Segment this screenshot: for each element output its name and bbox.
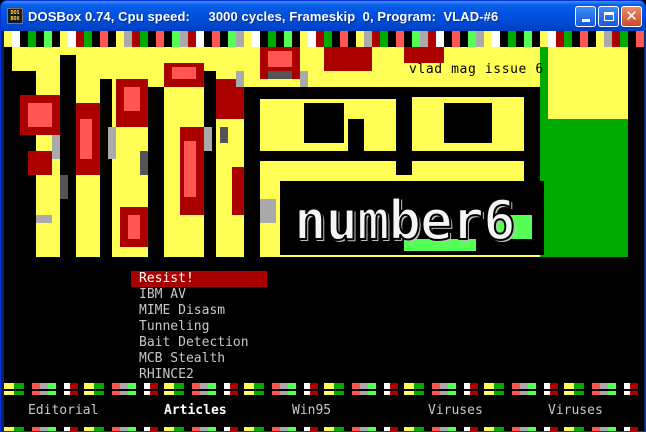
menu-item-tunneling[interactable]: Tunneling — [131, 319, 267, 335]
nav-win95[interactable]: Win95 — [292, 403, 331, 418]
number-digit: 6 — [482, 189, 516, 252]
dosbox-window: DOS BOX DOSBox 0.74, Cpu speed: 3000 cyc… — [0, 0, 646, 432]
menu-item-ibm-av[interactable]: IBM AV — [131, 287, 267, 303]
close-button[interactable]: ✕ — [621, 6, 642, 27]
menu-item-mcb-stealth[interactable]: MCB Stealth — [131, 351, 267, 367]
window-title: DOSBox 0.74, Cpu speed: 3000 cycles, Fra… — [28, 8, 499, 24]
maximize-icon — [603, 12, 614, 21]
minimize-button[interactable] — [575, 6, 596, 27]
dos-screen[interactable]: vlad mag issue 6 number6 Resist! IBM AV … — [4, 31, 644, 431]
close-icon: ✕ — [625, 7, 638, 25]
app-icon-label-bottom: BOX — [10, 16, 20, 22]
menu-item-rhince2[interactable]: RHINCE2 — [131, 367, 267, 383]
number-six-logo: number6 — [293, 189, 517, 252]
nav-viruses-1[interactable]: Viruses — [428, 403, 483, 418]
nav-bottom-border — [4, 427, 644, 431]
number-word: number — [293, 189, 485, 252]
nav-editorial[interactable]: Editorial — [28, 403, 98, 418]
menu-item-bait-detection[interactable]: Bait Detection — [131, 335, 267, 351]
article-menu: Resist! IBM AV MIME Disasm Tunneling Bai… — [131, 271, 267, 383]
menu-item-resist[interactable]: Resist! — [131, 271, 267, 287]
nav-articles[interactable]: Articles — [164, 403, 227, 418]
pixel-divider-strip — [4, 383, 644, 389]
dosbox-app-icon[interactable]: DOS BOX — [7, 8, 23, 24]
minimize-icon — [581, 19, 590, 22]
menu-item-mime-disasm[interactable]: MIME Disasm — [131, 303, 267, 319]
nav-viruses-2[interactable]: Viruses — [548, 403, 603, 418]
nav-inner: Editorial Articles Win95 Viruses Viruses — [12, 395, 636, 427]
bottom-nav: Editorial Articles Win95 Viruses Viruses — [4, 391, 644, 431]
issue-caption: vlad mag issue 6 — [409, 62, 544, 77]
maximize-button[interactable] — [598, 6, 619, 27]
title-bar[interactable]: DOS BOX DOSBox 0.74, Cpu speed: 3000 cyc… — [1, 1, 645, 31]
